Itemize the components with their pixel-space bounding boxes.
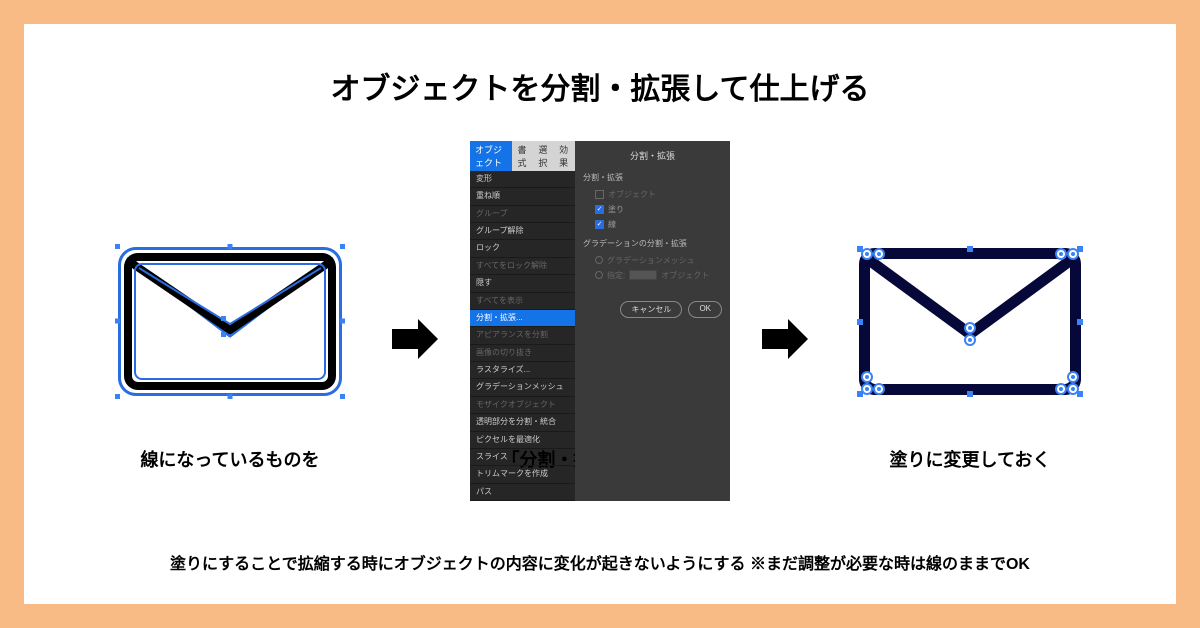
footer-note: 塗りにすることで拡縮する時にオブジェクトの内容に変化が起きないようにする ※まだ… [64,550,1136,574]
menu-item[interactable]: モザイクオブジェクト [470,397,575,414]
menu-item[interactable]: パス [470,484,575,501]
menu-item[interactable]: トリムマークを作成 [470,466,575,483]
tutorial-frame: オブジェクトを分割・拡張して仕上げる [0,0,1200,628]
page-title: オブジェクトを分割・拡張して仕上げる [64,64,1136,108]
envelope-stroke-graphic [90,206,370,436]
arrow-right-icon [390,224,440,454]
menu-tab-select[interactable]: 選択 [533,141,554,171]
menu-item[interactable]: グラデーションメッシュ [470,379,575,396]
menu-tab-format[interactable]: 書式 [512,141,533,171]
arrow-right-icon [760,224,810,454]
menu-item[interactable]: すべてをロック解除 [470,258,575,275]
menu-item-expand[interactable]: 分割・拡張... [470,310,575,327]
menu-item[interactable]: グループ [470,206,575,223]
option-object[interactable]: オブジェクト [583,187,722,202]
dialog-title: 分割・拡張 [583,149,722,162]
menu-item[interactable]: ロック [470,240,575,257]
step-1-caption: 線になっているものを [140,446,319,472]
envelope-fill-graphic [830,206,1110,436]
expand-dialog: 分割・拡張 分割・拡張 オブジェクト ✓塗り ✓線 グラデーションの分割・拡張 … [575,141,730,501]
menu-tab-object[interactable]: オブジェクト [470,141,512,171]
menu-item[interactable]: ピクセルを最適化 [470,432,575,449]
step-3-caption: 塗りに変更しておく [890,446,1051,472]
ok-button[interactable]: OK [688,301,722,318]
menu-item[interactable]: 透明部分を分割・統合 [470,414,575,431]
menu-item[interactable]: 変形 [470,171,575,188]
menu-item[interactable]: アピアランスを分割 [470,327,575,344]
step-1: 線になっているものを [90,206,370,472]
step-2: オブジェクト 書式 選択 効果 変形 重ね順 グループ グループ解除 ロック す… [460,206,740,472]
menu-tab-effect[interactable]: 効果 [554,141,575,171]
dialog-section: グラデーションの分割・拡張 [583,238,722,249]
menu-item[interactable]: ラスタライズ... [470,362,575,379]
menu-item[interactable]: すべてを表示 [470,293,575,310]
menu-item[interactable]: 重ね順 [470,188,575,205]
menu-dialog-graphic: オブジェクト 書式 選択 効果 変形 重ね順 グループ グループ解除 ロック す… [460,206,740,436]
option-fill[interactable]: ✓塗り [583,202,722,217]
dialog-section: 分割・拡張 [583,172,722,183]
menu-item[interactable]: 画像の切り抜き [470,345,575,362]
cancel-button[interactable]: キャンセル [620,301,682,318]
option-stroke[interactable]: ✓線 [583,217,722,232]
option-specify[interactable]: 指定:オブジェクト [583,268,722,283]
step-3: 塗りに変更しておく [830,206,1110,472]
menu-item[interactable]: スライス [470,449,575,466]
object-menu: オブジェクト 書式 選択 効果 変形 重ね順 グループ グループ解除 ロック す… [470,141,575,501]
steps-row: 線になっているものを オブジェクト 書式 選択 効果 変形 [64,148,1136,530]
menu-item[interactable]: グループ解除 [470,223,575,240]
option-gradient[interactable]: グラデーションメッシュ [583,253,722,268]
menu-item[interactable]: 隠す [470,275,575,292]
